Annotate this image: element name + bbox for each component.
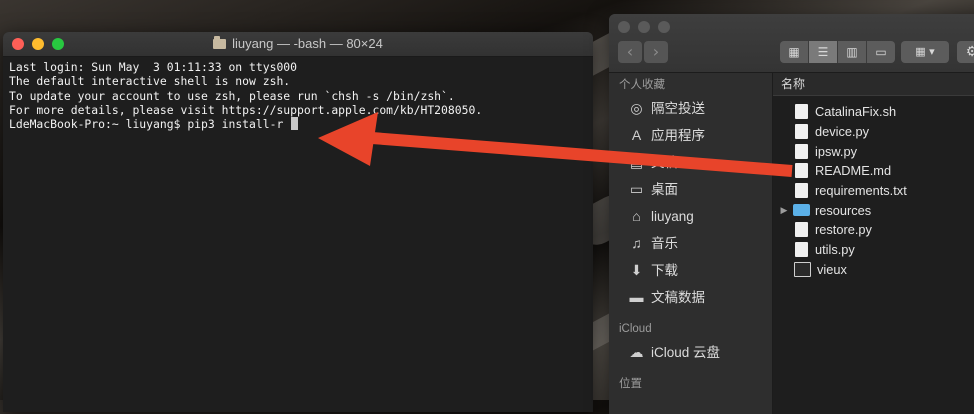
arrow-head — [318, 112, 378, 166]
arrow-shaft — [371, 132, 793, 177]
annotation-arrow — [318, 112, 793, 177]
